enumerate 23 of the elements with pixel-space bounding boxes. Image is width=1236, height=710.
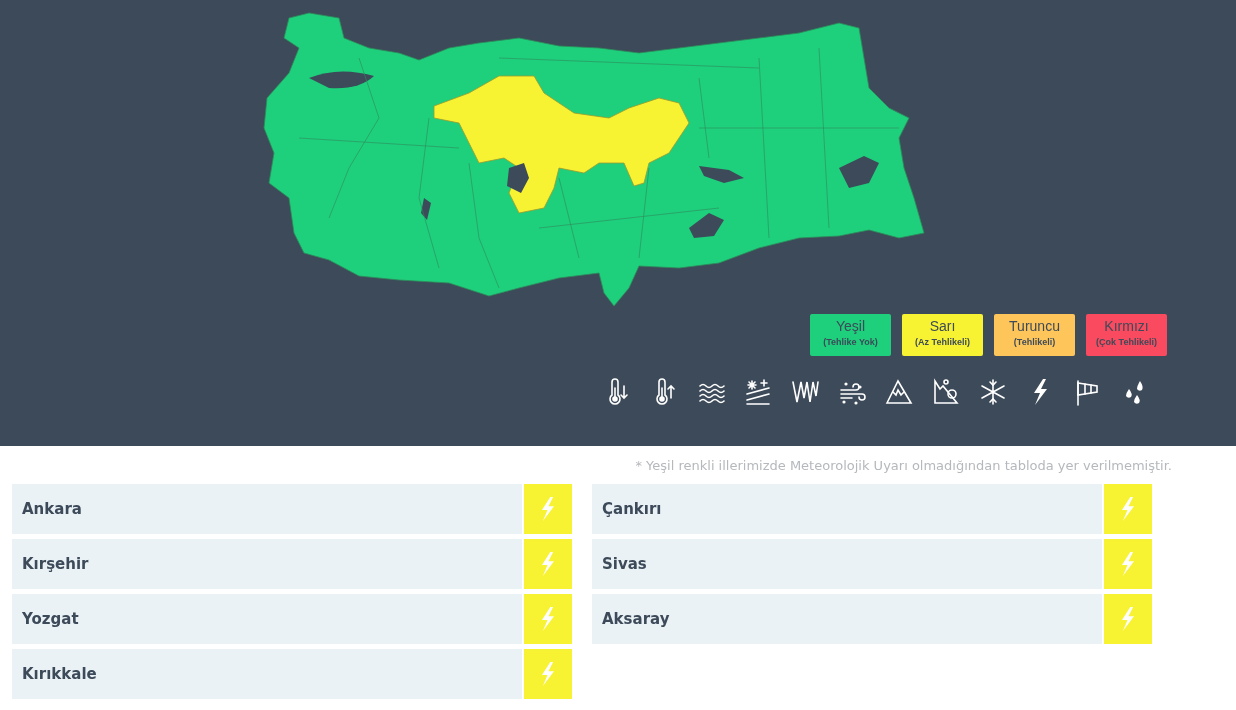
lightning-icon bbox=[539, 496, 557, 522]
province-name: Sivas bbox=[592, 539, 1102, 589]
rockfall-icon[interactable] bbox=[932, 378, 960, 406]
legend-item: Turuncu (Tehlikeli) bbox=[994, 314, 1075, 356]
legend-item: Sarı (Az Tehlikeli) bbox=[902, 314, 983, 356]
province-name: Çankırı bbox=[592, 484, 1102, 534]
legend-item: Yeşil (Tehlike Yok) bbox=[810, 314, 891, 356]
province-name: Kırşehir bbox=[12, 539, 522, 589]
lightning-icon bbox=[539, 661, 557, 687]
mountain-icon[interactable] bbox=[885, 378, 913, 406]
lightning-icon bbox=[539, 551, 557, 577]
legend-item: Kırmızı (Çok Tehlikeli) bbox=[1086, 314, 1167, 356]
lightning-icon bbox=[1119, 496, 1137, 522]
province-name: Aksaray bbox=[592, 594, 1102, 644]
footnote-text: * Yeşil renkli illerimizde Meteorolojik Uyarı olmadığından tabloda yer verilmemiştir. bbox=[634, 457, 1173, 475]
lightning-icon bbox=[1119, 551, 1137, 577]
province-name: Ankara bbox=[12, 484, 522, 534]
province-name: Yozgat bbox=[12, 594, 522, 644]
province-name: Kırıkkale bbox=[12, 649, 522, 699]
lightning-icon bbox=[1119, 606, 1137, 632]
snow-ground-icon[interactable] bbox=[744, 378, 772, 406]
lightning-icon bbox=[539, 606, 557, 632]
snowflake-icon[interactable] bbox=[979, 378, 1007, 406]
